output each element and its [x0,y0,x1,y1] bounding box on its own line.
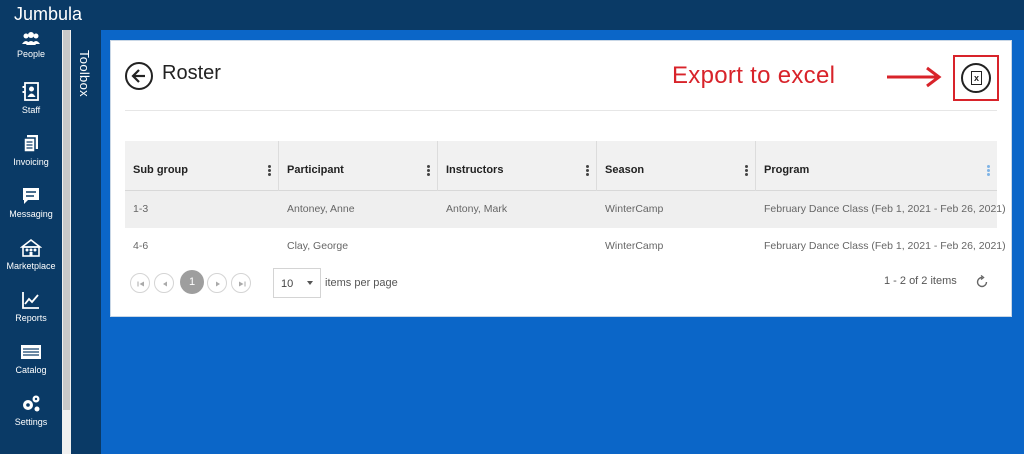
column-menu-icon[interactable] [586,165,590,177]
header-divider [125,110,997,111]
page-size-label: items per page [325,277,398,289]
cell-sub-group: 4-6 [133,240,149,252]
column-menu-icon[interactable] [745,165,749,177]
first-page-icon [137,281,144,287]
table-row[interactable]: 4-6 Clay, George WinterCamp February Dan… [125,228,1006,265]
nav-label-messaging: Messaging [9,209,53,219]
roster-card: Roster Export to excel x Sub group Parti… [110,40,1012,317]
cell-season: WinterCamp [605,240,664,252]
nav-label-people: People [16,49,46,59]
staff-icon [22,82,39,101]
nav-item-marketplace[interactable]: Marketplace [0,238,62,290]
nav-label-catalog: Catalog [15,365,47,375]
cell-instructors: Antony, Mark [446,203,508,215]
column-label: Sub group [133,164,188,176]
marketplace-icon [20,238,42,257]
nav-label-invoicing: Invoicing [13,157,49,167]
refresh-icon[interactable] [975,275,989,289]
last-page-icon [239,281,246,287]
column-header-participant[interactable]: Participant [279,141,438,191]
nav-item-reports[interactable]: Reports [0,290,62,342]
reports-icon [22,292,39,309]
column-header-sub-group[interactable]: Sub group [125,141,279,191]
left-nav: People Staff Invoicing Messaging Marketp… [0,30,62,454]
column-header-program[interactable]: Program [756,141,997,191]
brand-logo[interactable]: Jumbula [14,4,82,25]
first-page-button[interactable] [130,273,150,293]
page-size-value: 10 [281,278,294,290]
catalog-icon [21,345,41,359]
nav-item-catalog[interactable]: Catalog [0,342,62,394]
column-label: Instructors [446,164,504,176]
prev-page-icon [163,281,167,287]
last-page-button[interactable] [231,273,251,293]
export-excel-button[interactable]: x [961,63,991,93]
export-highlight-box: x [953,55,999,101]
column-menu-icon[interactable] [987,165,991,177]
nav-item-staff[interactable]: Staff [0,82,62,134]
prev-page-button[interactable] [154,273,174,293]
cell-program: February Dance Class (Feb 1, 2021 - Feb … [764,203,1006,215]
grid-header: Sub group Participant Instructors Season… [125,141,997,191]
invoicing-icon [23,135,38,153]
nav-item-people[interactable]: People [0,30,62,82]
cell-participant: Antoney, Anne [287,203,355,215]
roster-grid: Sub group Participant Instructors Season… [125,141,1006,265]
messaging-icon [23,188,39,204]
nav-item-messaging[interactable]: Messaging [0,186,62,238]
annotation-arrow-icon [887,66,942,88]
toolbox-label: Toolbox [77,50,92,97]
next-page-icon [216,281,220,287]
nav-label-reports: Reports [15,313,47,323]
nav-label-staff: Staff [21,105,41,115]
nav-item-settings[interactable]: Settings [0,394,62,446]
column-label: Program [764,164,810,176]
table-row[interactable]: 1-3 Antoney, Anne Antony, Mark WinterCam… [125,191,1006,228]
page-title: Roster [162,62,221,84]
page-size-select[interactable]: 10 [273,268,321,298]
cell-participant: Clay, George [287,240,349,252]
column-header-instructors[interactable]: Instructors [438,141,597,191]
back-button[interactable] [125,62,153,90]
top-bar: Jumbula [0,0,1024,30]
cell-program: February Dance Class (Feb 1, 2021 - Feb … [764,240,1006,252]
grid-pager: 1 10 items per page 1 - 2 of 2 items [125,266,997,300]
cell-sub-group: 1-3 [133,203,149,215]
column-menu-icon[interactable] [427,165,431,177]
grid-body: 1-3 Antoney, Anne Antony, Mark WinterCam… [125,191,1006,265]
nav-label-marketplace: Marketplace [6,261,56,271]
column-label: Season [605,164,645,176]
chevron-down-icon [307,281,313,285]
settings-icon [23,395,40,412]
nav-item-invoicing[interactable]: Invoicing [0,134,62,186]
arrow-left-icon [131,69,145,83]
excel-x-glyph: x [974,73,980,83]
toolbox-panel[interactable]: Toolbox [71,30,101,454]
nav-label-settings: Settings [14,417,48,427]
nav-scrollbar[interactable] [62,30,71,454]
export-annotation-text: Export to excel [672,62,836,89]
pager-info: 1 - 2 of 2 items [884,275,957,287]
people-icon [22,32,40,45]
nav-scrollbar-thumb[interactable] [63,30,70,410]
column-menu-icon[interactable] [268,165,272,177]
cell-season: WinterCamp [605,203,664,215]
next-page-button[interactable] [207,273,227,293]
column-label: Participant [287,164,344,176]
current-page-button[interactable]: 1 [180,270,204,294]
column-header-season[interactable]: Season [597,141,756,191]
